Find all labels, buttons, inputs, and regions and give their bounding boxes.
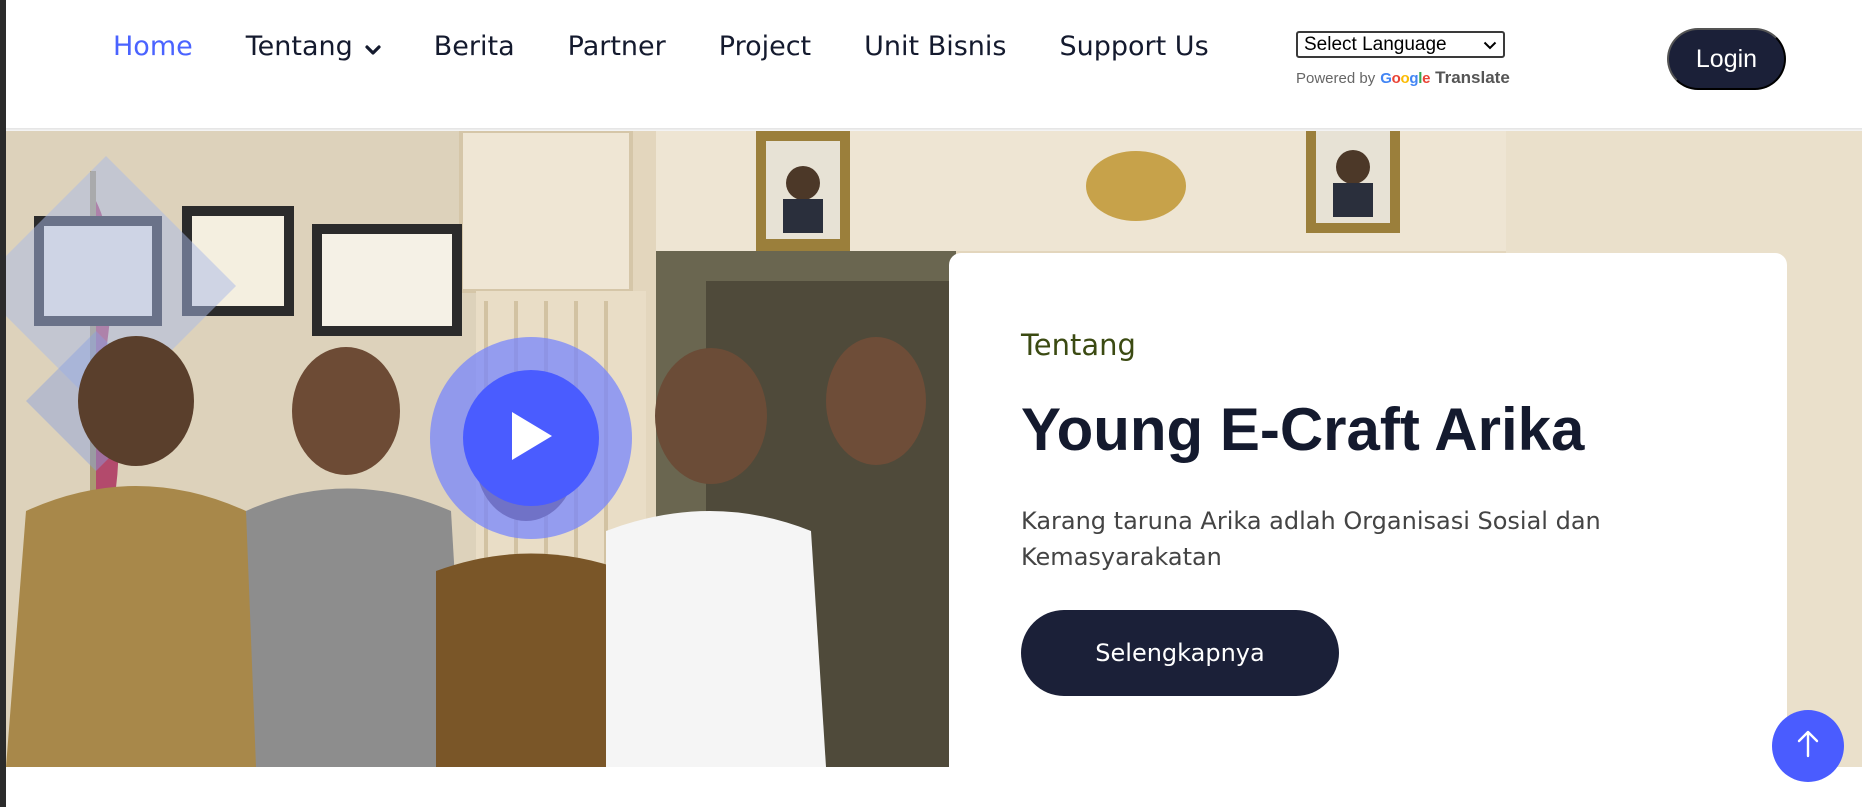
language-select[interactable]: Select Language xyxy=(1296,31,1505,58)
about-card: Tentang Young E-Craft Arika Karang tarun… xyxy=(949,253,1787,767)
hero-section: Tentang Young E-Craft Arika Karang tarun… xyxy=(6,131,1862,767)
translate-link[interactable]: Translate xyxy=(1435,68,1510,88)
nav-project[interactable]: Project xyxy=(719,31,811,62)
scroll-to-top-button[interactable] xyxy=(1772,710,1844,782)
nav-tentang[interactable]: Tentang xyxy=(246,30,381,63)
about-eyebrow: Tentang xyxy=(1021,328,1136,362)
login-button[interactable]: Login xyxy=(1667,28,1786,90)
nav-partner[interactable]: Partner xyxy=(568,31,666,62)
about-description: Karang taruna Arika adlah Organisasi Sos… xyxy=(1021,507,1601,571)
nav-home[interactable]: Home xyxy=(113,31,193,62)
about-title: Young E-Craft Arika xyxy=(1021,396,1585,463)
site-header: Home Tentang Berita Partner Project Unit… xyxy=(6,0,1862,130)
main-nav: Home Tentang Berita Partner Project Unit… xyxy=(113,26,1262,66)
nav-tentang-label: Tentang xyxy=(245,30,353,62)
nav-support-us[interactable]: Support Us xyxy=(1059,31,1208,62)
language-select-value: Select Language xyxy=(1304,33,1447,55)
powered-by-text: Powered by xyxy=(1296,69,1376,87)
powered-by-google: Powered by Google Translate xyxy=(1296,68,1510,88)
arrow-up-icon xyxy=(1796,729,1820,763)
nav-unit-bisnis[interactable]: Unit Bisnis xyxy=(864,31,1006,62)
play-button-inner xyxy=(463,370,599,506)
play-icon xyxy=(506,408,556,468)
google-logo: Google xyxy=(1380,69,1431,87)
nav-berita[interactable]: Berita xyxy=(434,31,515,62)
play-video-button[interactable] xyxy=(430,337,632,539)
chevron-down-icon xyxy=(365,32,381,63)
read-more-button[interactable]: Selengkapnya xyxy=(1021,610,1339,696)
google-translate-widget: Select Language Powered by Google Transl… xyxy=(1296,31,1510,88)
select-chevron-icon xyxy=(1483,34,1497,56)
